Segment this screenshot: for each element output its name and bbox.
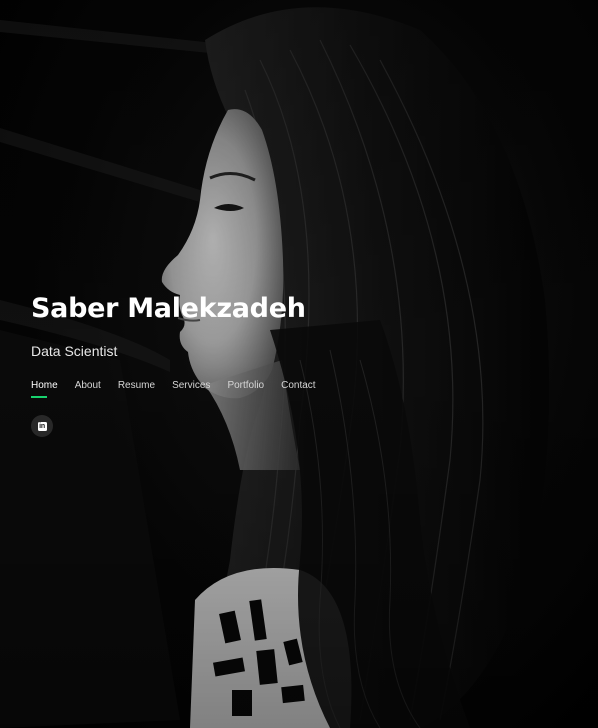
nav-resume[interactable]: Resume — [118, 379, 155, 393]
hero-content: Saber Malekzadeh Data Scientist Home Abo… — [31, 290, 391, 437]
linkedin-button[interactable]: in — [31, 415, 53, 437]
main-nav: Home About Resume Services Portfolio Con… — [31, 379, 391, 399]
nav-contact[interactable]: Contact — [281, 379, 315, 393]
nav-about[interactable]: About — [75, 379, 101, 393]
linkedin-icon: in — [37, 421, 47, 431]
nav-portfolio[interactable]: Portfolio — [227, 379, 264, 393]
nav-home[interactable]: Home — [31, 379, 58, 398]
hero-section: Saber Malekzadeh Data Scientist Home Abo… — [0, 0, 598, 728]
social-links: in — [31, 415, 391, 437]
hero-role: Data Scientist — [31, 343, 118, 359]
hero-name: Saber Malekzadeh — [31, 293, 306, 324]
nav-services[interactable]: Services — [172, 379, 210, 393]
